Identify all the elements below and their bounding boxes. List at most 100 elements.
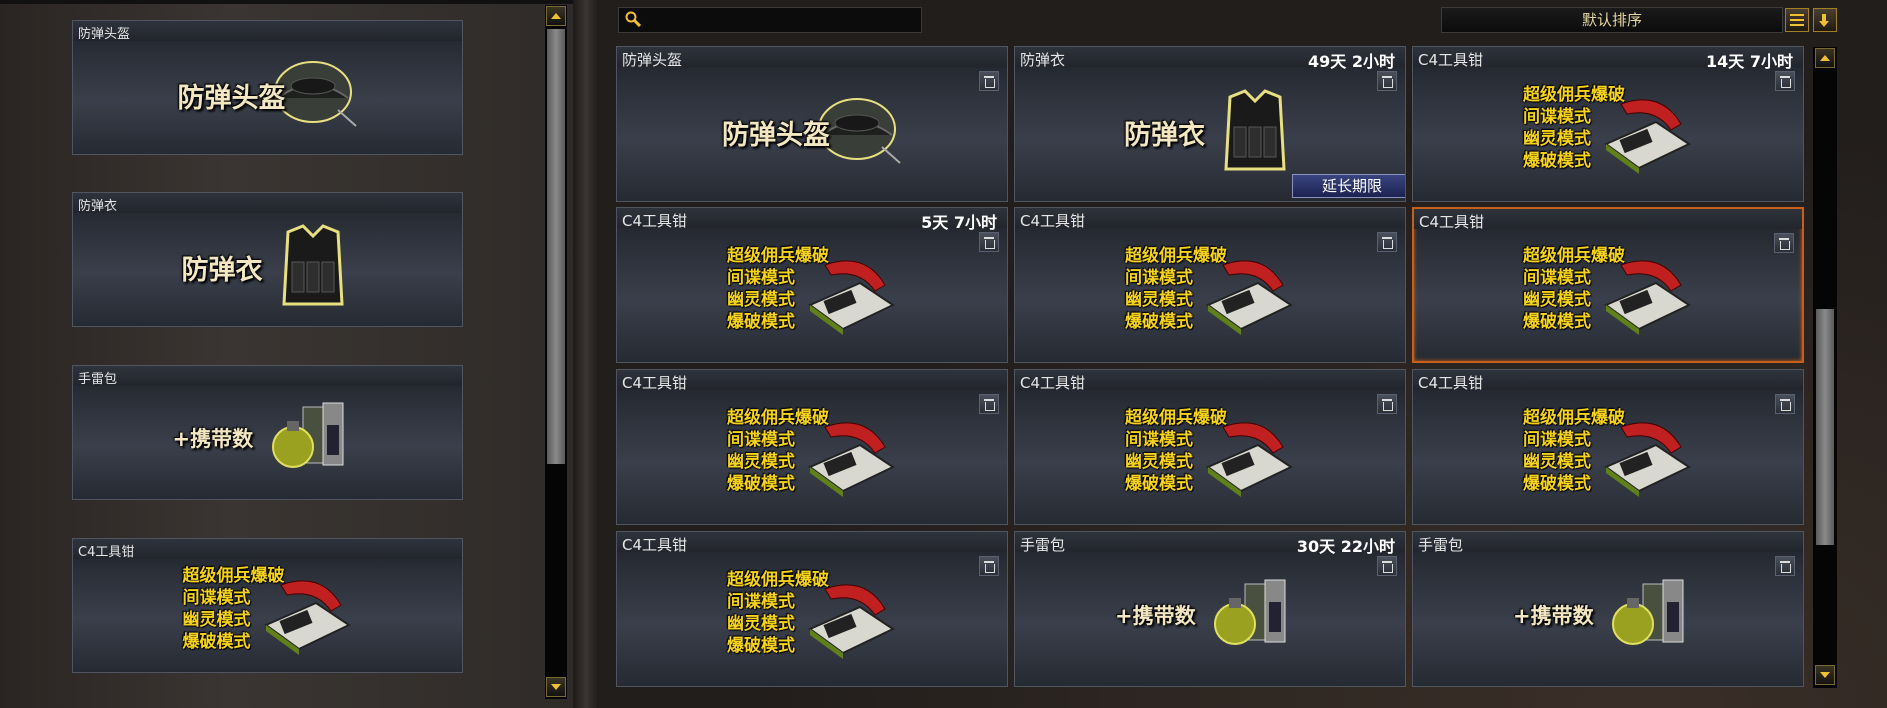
- item-title: 防弹衣: [78, 199, 118, 214]
- trash-icon[interactable]: [1377, 71, 1397, 91]
- grenade-pack-icon: [1214, 579, 1286, 646]
- trash-icon[interactable]: [1377, 556, 1397, 576]
- inventory-scroll-down-button[interactable]: [1815, 665, 1835, 685]
- trash-icon[interactable]: [1775, 394, 1795, 414]
- item-art-label: +携带数: [1115, 604, 1196, 629]
- item-time-remaining: 30天 22小时: [1296, 537, 1395, 556]
- item-art: 防弹头盔: [712, 85, 912, 175]
- inventory-item-c4[interactable]: C4工具钳 超级佣兵爆破 间谍模式 幽灵模式 爆破模式: [1412, 207, 1804, 363]
- left-scrollbar[interactable]: [545, 5, 567, 699]
- card-header: [1413, 532, 1803, 552]
- inventory-scroll-thumb[interactable]: [1816, 309, 1834, 545]
- trash-icon[interactable]: [979, 556, 999, 576]
- search-input[interactable]: [653, 10, 917, 32]
- item-art-label: 防弹头盔: [722, 120, 830, 152]
- item-art-label: +携带数: [172, 426, 254, 451]
- sort-dropdown-label: 默认排序: [1581, 11, 1642, 29]
- trash-icon[interactable]: [1775, 71, 1795, 91]
- item-art: +携带数: [173, 393, 363, 483]
- menu-icon-line: [1790, 24, 1804, 26]
- equipment-slots-panel: 防弹头盔 防弹头盔 防弹衣 防弹衣 手雷包 +携带数 C4工具钳 超级佣兵爆破 间谍模式 幽灵模式…: [0, 0, 573, 708]
- item-art: 防弹衣: [168, 220, 368, 310]
- menu-icon-line: [1790, 14, 1804, 16]
- inventory-item-c4[interactable]: C4工具钳超级佣兵爆破 间谍模式 幽灵模式 爆破模式: [1014, 369, 1406, 525]
- item-art: +携带数: [1115, 570, 1305, 660]
- item-time-remaining: 49天 2小时: [1308, 52, 1395, 71]
- trash-icon[interactable]: [979, 71, 999, 91]
- sort-direction-button[interactable]: [1813, 8, 1837, 32]
- c4-pliers-icon: [808, 422, 895, 498]
- item-art-label: +携带数: [1513, 604, 1594, 629]
- inventory-item-helmet[interactable]: 防弹头盔 防弹头盔: [616, 46, 1008, 202]
- equipment-slot-grenade[interactable]: 手雷包 +携带数: [72, 365, 463, 500]
- item-title: 防弹衣: [1020, 51, 1066, 69]
- inventory-item-grenade[interactable]: 手雷包 +携带数: [1412, 531, 1804, 687]
- inventory-item-c4[interactable]: C4工具钳 14天 7小时 超级佣兵爆破 间谍模式 幽灵模式 爆破模式: [1412, 46, 1804, 202]
- item-title: C4工具钳: [622, 212, 688, 230]
- trash-icon[interactable]: [1377, 394, 1397, 414]
- grenade-pack-icon: [1612, 579, 1684, 646]
- trash-icon[interactable]: [979, 394, 999, 414]
- item-title: 防弹头盔: [622, 51, 683, 69]
- top-bar: [0, 0, 573, 4]
- equipment-slot-vest[interactable]: 防弹衣 防弹衣: [72, 192, 463, 327]
- trash-icon[interactable]: [979, 232, 999, 252]
- c4-pliers-icon: [808, 584, 895, 660]
- item-art: 超级佣兵爆破 间谍模式 幽灵模式 爆破模式: [183, 565, 353, 657]
- inventory-item-c4[interactable]: C4工具钳 超级佣兵爆破 间谍模式 幽灵模式 爆破模式: [616, 369, 1008, 525]
- item-title: C4工具钳: [78, 545, 135, 560]
- equipment-slot-c4[interactable]: C4工具钳超级佣兵爆破 间谍模式 幽灵模式 爆破模式: [72, 538, 463, 673]
- search-box[interactable]: [618, 7, 922, 33]
- item-art: +携带数: [1513, 570, 1703, 660]
- item-title: C4工具钳: [1020, 212, 1086, 230]
- item-art: 超级佣兵爆破 间谍模式 幽灵模式 爆破模式: [727, 245, 897, 337]
- c4-pliers-icon: [1604, 99, 1691, 175]
- item-art: 超级佣兵爆破 间谍模式 幽灵模式 爆破模式: [1523, 84, 1693, 176]
- item-title: C4工具钳: [1418, 374, 1484, 392]
- inventory-item-c4[interactable]: C4工具钳 5天 7小时超级佣兵爆破 间谍模式 幽灵模式 爆破模式: [616, 207, 1008, 363]
- inventory-item-c4[interactable]: C4工具钳超级佣兵爆破 间谍模式 幽灵模式 爆破模式: [616, 531, 1008, 687]
- card-header: [73, 193, 462, 213]
- left-scroll-up-button[interactable]: [546, 6, 566, 26]
- extend-duration-button[interactable]: 延长期限: [1292, 174, 1405, 198]
- item-time-remaining: 5天 7小时: [921, 213, 997, 232]
- item-art: 超级佣兵爆破 间谍模式 幽灵模式 爆破模式: [1125, 245, 1295, 337]
- item-art: 防弹衣: [1110, 85, 1310, 175]
- trash-icon[interactable]: [1774, 233, 1794, 253]
- equipment-slot-helmet[interactable]: 防弹头盔 防弹头盔: [72, 20, 463, 155]
- list-view-button[interactable]: [1785, 8, 1809, 32]
- c4-pliers-icon: [1206, 422, 1293, 498]
- left-scroll-down-button[interactable]: [546, 677, 566, 697]
- item-art-label: 防弹衣: [181, 254, 263, 286]
- item-title: C4工具钳: [1020, 374, 1086, 392]
- trash-icon[interactable]: [1775, 556, 1795, 576]
- inventory-scroll-up-button[interactable]: [1815, 48, 1835, 68]
- inventory-item-vest[interactable]: 防弹衣 49天 2小时 防弹衣 延长期限: [1014, 46, 1406, 202]
- item-title: 防弹头盔: [78, 27, 131, 42]
- inventory-item-c4[interactable]: C4工具钳超级佣兵爆破 间谍模式 幽灵模式 爆破模式: [1412, 369, 1804, 525]
- item-title: C4工具钳: [622, 536, 688, 554]
- item-art: 超级佣兵爆破 间谍模式 幽灵模式 爆破模式: [727, 569, 897, 661]
- left-scroll-thumb[interactable]: [547, 29, 565, 464]
- item-time-remaining: 14天 7小时: [1706, 52, 1793, 71]
- sort-dropdown[interactable]: 默认排序: [1441, 7, 1783, 33]
- item-title: 手雷包: [1020, 536, 1066, 554]
- inventory-scrollbar[interactable]: [1813, 47, 1837, 688]
- trash-icon[interactable]: [1377, 232, 1397, 252]
- item-title: 手雷包: [1418, 536, 1464, 554]
- item-art-label: 防弹头盔: [177, 82, 286, 114]
- c4-pliers-icon: [1604, 260, 1691, 336]
- item-title: 手雷包: [78, 372, 118, 387]
- c4-pliers-icon: [263, 580, 351, 655]
- item-title: C4工具钳: [1418, 51, 1484, 69]
- inventory-item-grenade[interactable]: 手雷包 30天 22小时 +携带数: [1014, 531, 1406, 687]
- item-art: 防弹头盔: [168, 48, 368, 138]
- item-art: 超级佣兵爆破 间谍模式 幽灵模式 爆破模式: [727, 407, 897, 499]
- item-art: 超级佣兵爆破 间谍模式 幽灵模式 爆破模式: [1125, 407, 1295, 499]
- item-art: 超级佣兵爆破 间谍模式 幽灵模式 爆破模式: [1523, 245, 1693, 337]
- card-header: [73, 366, 462, 386]
- item-art: 超级佣兵爆破 间谍模式 幽灵模式 爆破模式: [1523, 407, 1693, 499]
- inventory-item-c4[interactable]: C4工具钳超级佣兵爆破 间谍模式 幽灵模式 爆破模式: [1014, 207, 1406, 363]
- c4-pliers-icon: [808, 260, 895, 336]
- c4-pliers-icon: [1604, 422, 1691, 498]
